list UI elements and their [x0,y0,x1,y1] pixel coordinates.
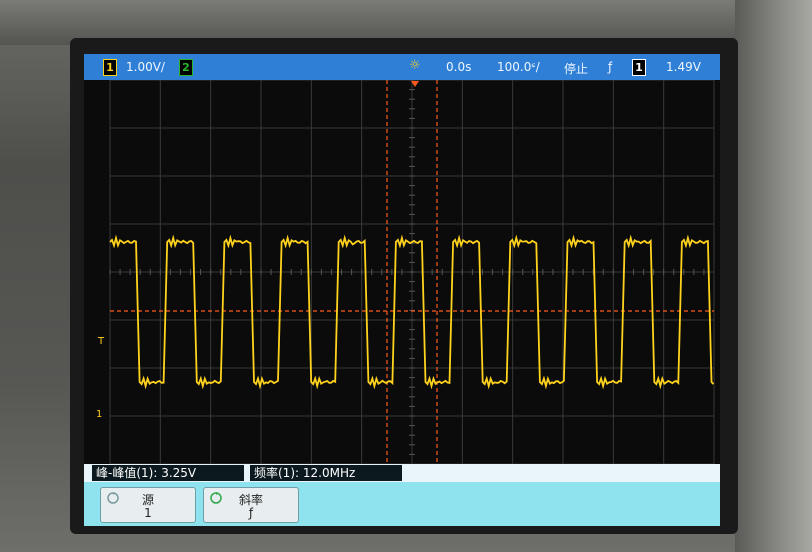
softkey-slope[interactable]: 斜率 ƒ [203,487,299,523]
ground-marker: 1 [96,409,102,420]
time-offset: 0.0s [446,60,472,74]
trigger-slope-icon: ƒ [608,60,613,74]
softkey-value: ƒ [248,506,254,520]
channel1-scale: 1.00V/ [126,60,165,74]
trigger-source-badge[interactable]: 1 [632,59,646,76]
softkey-source[interactable]: 源 1 [100,487,196,523]
measurement-label: 峰-峰值(1): [96,466,158,480]
run-state: 停止 [564,62,589,76]
measurement-frequency: 频率(1): 12.0MHz [250,465,402,481]
trigger-level: 1.49V [666,60,701,74]
status-bar: 1 1.00V/ 2 ☼ 0.0s 100.0ᶝ/ 停止 ƒ 1 1.49V [84,54,720,80]
measurement-value: 3.25V [161,466,197,480]
measurement-value: 12.0MHz [302,466,356,480]
measurement-peak-to-peak: 峰-峰值(1): 3.25V [92,465,244,481]
measurement-label: 频率(1): [254,466,300,480]
bezel-right-edge [735,0,812,552]
trigger-level-marker: T [97,336,105,347]
time-scale: 100.0ᶝ/ [497,60,540,74]
measurement-bar: 峰-峰值(1): 3.25V 频率(1): 12.0MHz [84,464,720,482]
channel2-badge[interactable]: 2 [179,59,193,76]
softkey-value: 1 [144,506,152,520]
softkey-bar: 源 1 斜率 ƒ [84,482,720,526]
channel1-badge[interactable]: 1 [103,59,117,76]
trigger-icon: ☼ [409,58,421,73]
graticule: T 1 [96,79,715,465]
oscilloscope-screen: T 1 1 1.00V/ 2 ☼ 0.0s 100.0ᶝ/ 停止 ƒ 1 1.4… [84,54,720,526]
